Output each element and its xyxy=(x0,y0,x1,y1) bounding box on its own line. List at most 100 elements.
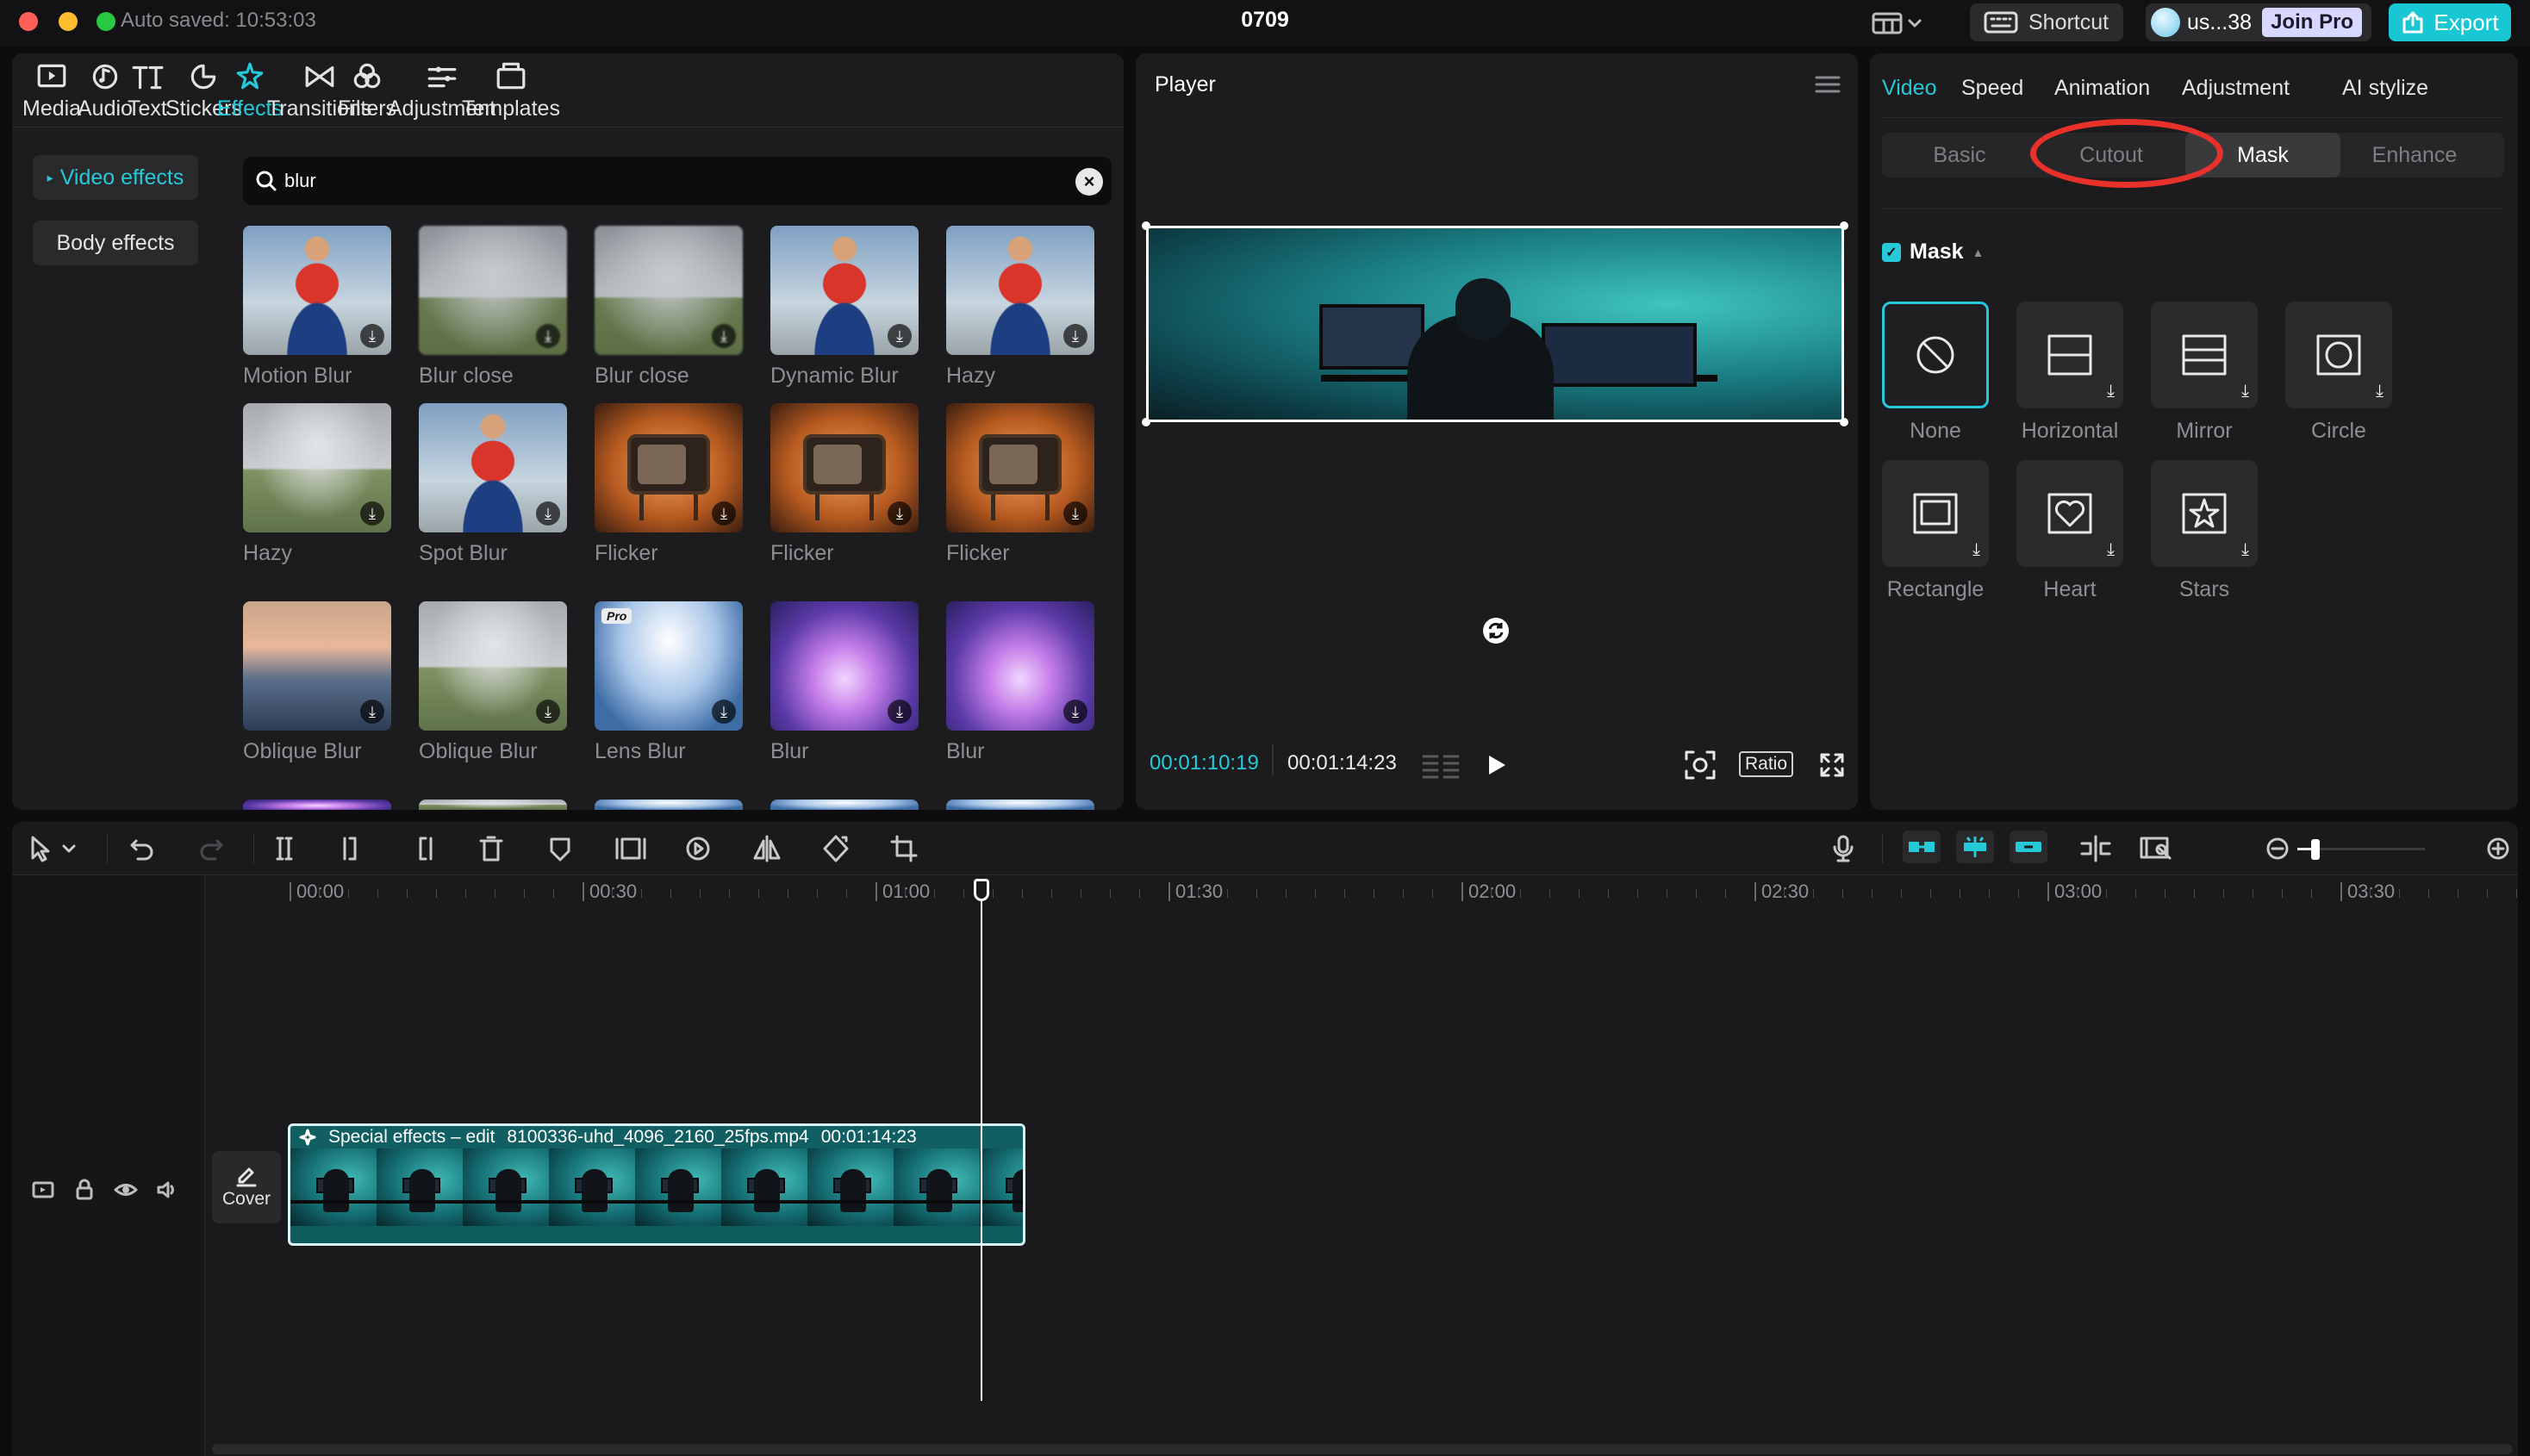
mask-tile[interactable]: ⤓ xyxy=(2285,302,2392,408)
toggle-visibility-icon[interactable] xyxy=(114,1179,138,1201)
ratio-button[interactable]: Ratio xyxy=(1739,751,1794,777)
download-icon[interactable]: ⤓ xyxy=(360,501,384,526)
effect-item[interactable]: ⤓ Hazy xyxy=(946,226,1094,389)
download-icon[interactable]: ⤓ xyxy=(1972,540,1980,560)
effect-item[interactable]: ⤓ Blur close xyxy=(595,226,743,389)
download-icon[interactable]: ⤓ xyxy=(888,501,912,526)
record-voiceover-button[interactable] xyxy=(1830,834,1856,863)
download-icon[interactable]: ⤓ xyxy=(888,700,912,724)
freeze-frame-button[interactable] xyxy=(614,834,648,863)
subtab-basic[interactable]: Basic xyxy=(1882,133,2037,177)
download-icon[interactable]: ⤓ xyxy=(536,324,560,348)
inspector-tab-ai-stylize[interactable]: AI stylize xyxy=(2342,76,2428,101)
effect-item[interactable]: ⤓ Blur xyxy=(946,601,1094,764)
effect-thumbnail-partial[interactable] xyxy=(946,800,1094,810)
video-preview[interactable] xyxy=(1136,53,1858,810)
effect-item[interactable]: ⤓ Flicker xyxy=(946,403,1094,566)
resize-handle[interactable] xyxy=(1840,221,1848,230)
zoom-out-button[interactable] xyxy=(2265,834,2290,863)
mask-option-rectangle[interactable]: ⤓ Rectangle xyxy=(1882,460,1989,602)
playhead-handle[interactable] xyxy=(974,879,989,901)
mirror-button[interactable] xyxy=(751,834,782,863)
rotate-button[interactable] xyxy=(820,834,851,863)
category-body-effects[interactable]: Body effects xyxy=(33,221,198,265)
download-icon[interactable]: ⤓ xyxy=(536,501,560,526)
reverse-button[interactable] xyxy=(682,834,714,863)
mask-option-mirror[interactable]: ⤓ Mirror xyxy=(2151,302,2258,444)
mask-option-none[interactable]: None xyxy=(1882,302,1989,444)
user-account-button[interactable]: us...38 Join Pro xyxy=(2146,3,2371,41)
video-clip[interactable]: Special effects – edit 8100336-uhd_4096_… xyxy=(288,1123,1025,1246)
split-button[interactable] xyxy=(269,834,300,863)
resize-handle[interactable] xyxy=(1142,221,1150,230)
effect-thumbnail-partial[interactable] xyxy=(419,800,567,810)
marker-button[interactable] xyxy=(545,834,576,863)
download-icon[interactable]: ⤓ xyxy=(1063,324,1087,348)
video-frame[interactable] xyxy=(1146,226,1844,422)
zoom-slider-handle[interactable] xyxy=(2311,839,2320,860)
mask-section-header[interactable]: ✓ Mask ▲ xyxy=(1882,240,1984,264)
download-icon[interactable]: ⤓ xyxy=(2376,382,2384,401)
download-icon[interactable]: ⤓ xyxy=(2241,382,2249,401)
download-icon[interactable]: ⤓ xyxy=(360,324,384,348)
download-icon[interactable]: ⤓ xyxy=(712,501,736,526)
timecode-format-icon[interactable] xyxy=(1422,753,1460,779)
play-button[interactable] xyxy=(1486,753,1508,777)
auto-snapping-button[interactable] xyxy=(1956,831,1994,863)
zoom-in-button[interactable] xyxy=(2485,834,2511,863)
tab-templates[interactable]: Templates xyxy=(462,59,560,128)
effect-item[interactable]: ⤓ Blur xyxy=(770,601,919,764)
mask-option-circle[interactable]: ⤓ Circle xyxy=(2285,302,2392,444)
download-icon[interactable]: ⤓ xyxy=(712,700,736,724)
effect-item[interactable]: ⤓ Flicker xyxy=(770,403,919,566)
preview-axis-button[interactable] xyxy=(2078,834,2113,863)
timeline-scrollbar[interactable] xyxy=(212,1444,2513,1454)
mask-tile[interactable]: ⤓ xyxy=(2016,302,2123,408)
effect-item[interactable]: ⤓ Flicker xyxy=(595,403,743,566)
resize-handle[interactable] xyxy=(1142,418,1150,426)
tab-media[interactable]: Media xyxy=(22,59,81,128)
resize-handle[interactable] xyxy=(1840,418,1848,426)
category-video-effects[interactable]: ▸ Video effects xyxy=(33,155,198,200)
effect-item[interactable]: ⤓ Hazy xyxy=(243,403,391,566)
tab-audio[interactable]: Audio xyxy=(78,59,133,128)
split-right-button[interactable] xyxy=(407,834,438,863)
rotate-handle-icon[interactable] xyxy=(1480,615,1511,646)
effect-item[interactable]: ⤓ Motion Blur xyxy=(243,226,391,389)
download-icon[interactable]: ⤓ xyxy=(360,700,384,724)
mask-tile[interactable]: ⤓ xyxy=(1882,460,1989,567)
select-tool-button[interactable] xyxy=(28,834,83,863)
mask-tile[interactable]: ⤓ xyxy=(2151,302,2258,408)
effect-item[interactable]: ⤓ Spot Blur xyxy=(419,403,567,566)
download-icon[interactable]: ⤓ xyxy=(712,324,736,348)
effect-item[interactable]: ⤓ Oblique Blur xyxy=(419,601,567,764)
cover-button[interactable]: Cover xyxy=(212,1151,281,1223)
mask-tile[interactable]: ⤓ xyxy=(2151,460,2258,567)
mute-track-icon[interactable] xyxy=(155,1179,179,1201)
mask-option-horizontal[interactable]: ⤓ Horizontal xyxy=(2016,302,2123,444)
effect-thumbnail-partial[interactable] xyxy=(243,800,391,810)
crop-button[interactable] xyxy=(889,834,920,863)
join-pro-button[interactable]: Join Pro xyxy=(2262,8,2363,37)
lock-track-icon[interactable] xyxy=(72,1179,97,1201)
player-menu-icon[interactable] xyxy=(1815,74,1841,95)
download-icon[interactable]: ⤓ xyxy=(2241,540,2249,560)
download-icon[interactable]: ⤓ xyxy=(888,324,912,348)
main-track-magnet-button[interactable] xyxy=(1903,831,1941,863)
export-button[interactable]: Export xyxy=(2389,3,2511,41)
inspector-tab-adjustment[interactable]: Adjustment xyxy=(2182,76,2290,101)
inspector-tab-animation[interactable]: Animation xyxy=(2054,76,2150,101)
undo-button[interactable] xyxy=(129,834,155,863)
layout-menu-button[interactable] xyxy=(1872,10,1923,34)
track-video-icon[interactable] xyxy=(31,1179,55,1201)
effect-item[interactable]: ⤓ Dynamic Blur xyxy=(770,226,919,389)
redo-button[interactable] xyxy=(198,834,224,863)
playhead[interactable] xyxy=(981,886,982,1401)
zoom-to-fit-button[interactable] xyxy=(2139,834,2173,863)
tab-text[interactable]: Text xyxy=(128,59,167,128)
subtab-enhance[interactable]: Enhance xyxy=(2337,133,2492,177)
effect-thumbnail-partial[interactable] xyxy=(770,800,919,810)
download-icon[interactable]: ⤓ xyxy=(536,700,560,724)
mask-tile[interactable] xyxy=(1882,302,1989,408)
mask-option-heart[interactable]: ⤓ Heart xyxy=(2016,460,2123,602)
